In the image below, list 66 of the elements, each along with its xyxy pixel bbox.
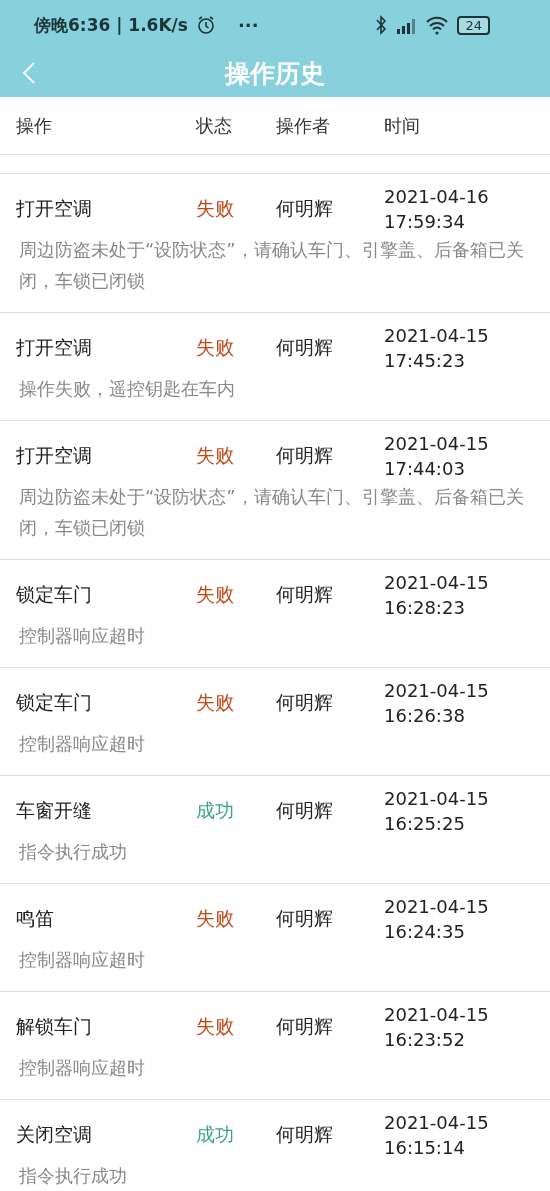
time-text: 16:24:35 [384,920,465,944]
status-cell-text: 失败 [196,582,235,607]
battery-indicator: 24 [457,15,490,35]
date-text: 2021-04-15 [384,895,489,919]
status-cell-text: 成功 [196,1122,235,1147]
action-cell-text: 锁定车门 [15,690,93,715]
wifi-icon [425,15,450,35]
detail-text: 指令执行成功 [18,1164,128,1188]
detail-text: 控制器响应超时 [18,624,146,648]
action-cell-text: 关闭空调 [15,1122,93,1147]
operator-cell-text: 何明辉 [276,335,334,360]
status-cell-text: 失败 [196,443,235,468]
action-cell-text: 鸣笛 [15,906,55,931]
column-header: 时间 [384,113,421,138]
action-cell-text: 打开空调 [15,196,93,221]
status-cell-text: 成功 [196,798,235,823]
operator-cell-text: 何明辉 [276,443,334,468]
time-text: 17:44:03 [384,457,465,481]
page-title: 操作历史 [225,58,325,90]
time-text: 17:59:34 [384,210,465,234]
date-text: 2021-04-15 [384,1111,489,1135]
operator-cell-text: 何明辉 [276,690,334,715]
status-cell-text: 失败 [196,1014,235,1039]
operator-cell-text: 何明辉 [276,1122,334,1147]
time-text: 16:28:23 [384,596,465,620]
column-header: 操作 [15,113,53,138]
detail-text: 控制器响应超时 [18,732,146,756]
status-cell-text: 失败 [196,335,235,360]
date-text: 2021-04-15 [384,432,489,456]
date-text: 2021-04-15 [384,679,489,703]
detail-text: 控制器响应超时 [18,948,146,972]
detail-text: 周边防盗未处于“设防状态”，请确认车门、引擎盖、后备箱已关闭，车锁已闭锁 [18,485,525,540]
alarm-clock-icon [195,15,216,35]
action-cell-text: 锁定车门 [15,582,93,607]
time-text: 16:23:52 [384,1028,465,1052]
operator-cell-text: 何明辉 [276,798,334,823]
status-time: 傍晚6:36 | 1.6K/s [34,13,188,37]
date-text: 2021-04-15 [384,787,489,811]
bluetooth-icon [375,15,388,35]
operator-cell-text: 何明辉 [276,582,334,607]
back-icon[interactable] [22,61,36,85]
detail-text: 控制器响应超时 [18,1056,146,1080]
status-cell-text: 失败 [196,906,235,931]
status-cell-text: 失败 [196,690,235,715]
action-cell-text: 打开空调 [15,443,93,468]
time-text: 17:45:23 [384,349,465,373]
operator-cell-text: 何明辉 [276,196,334,221]
detail-text: 操作失败，遥控钥匙在车内 [18,377,236,401]
time-text: 16:15:14 [384,1136,465,1160]
column-header: 操作者 [276,113,331,138]
operator-cell-text: 何明辉 [276,1014,334,1039]
detail-text: 周边防盗未处于“设防状态”，请确认车门、引擎盖、后备箱已关闭，车锁已闭锁 [18,238,525,293]
action-cell-text: 车窗开缝 [15,798,93,823]
more-notifications: ··· [237,14,259,36]
date-text: 2021-04-15 [384,571,489,595]
column-header: 状态 [196,113,233,138]
detail-text: 指令执行成功 [18,840,128,864]
time-text: 16:25:25 [384,812,465,836]
operator-cell-text: 何明辉 [276,906,334,931]
date-text: 2021-04-15 [384,324,489,348]
time-text: 16:26:38 [384,704,465,728]
date-text: 2021-04-16 [384,185,489,209]
date-text: 2021-04-15 [384,1003,489,1027]
status-cell-text: 失败 [196,196,235,221]
action-cell-text: 打开空调 [15,335,93,360]
action-cell-text: 解锁车门 [15,1014,93,1039]
